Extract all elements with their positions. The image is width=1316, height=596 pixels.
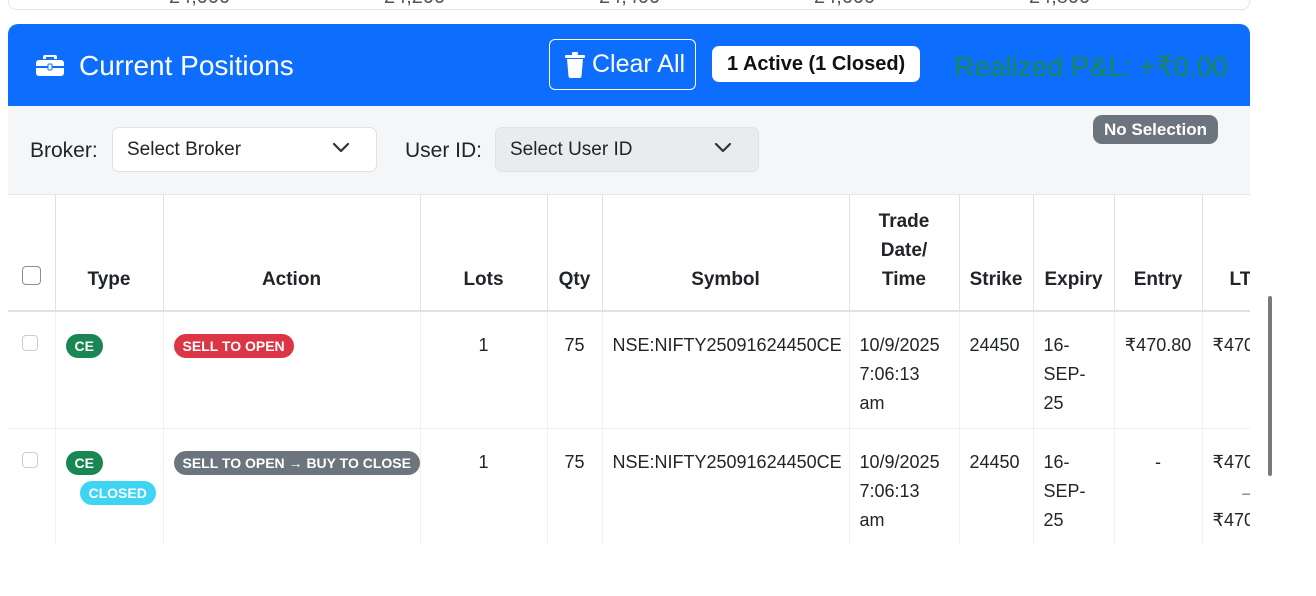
type-cell: CE [55,311,164,429]
entry-cell: ₹470.80 [1114,311,1203,429]
select-all-checkbox[interactable] [21,266,41,285]
row-checkbox[interactable] [22,335,38,351]
axis-tick: 24,200 [384,0,445,9]
closed-badge: CLOSED [79,480,156,505]
broker-select-value: Select Broker [127,138,242,160]
clear-all-button[interactable]: Clear All [549,39,696,90]
column-header-type[interactable]: Type [55,195,164,312]
row-select-cell [8,311,56,429]
userid-label: User ID: [405,139,483,162]
type-badge: CE [65,334,103,358]
positions-header: Current Positions Clear All 1 Active (1 … [8,24,1250,106]
column-header-trade-time[interactable]: Trade Date/ Time [849,195,960,312]
positions-card: Current Positions Clear All 1 Active (1 … [8,24,1250,544]
column-header-strike[interactable]: Strike [959,195,1034,312]
column-header-entry[interactable]: Entry [1114,195,1203,312]
ltp-value: ₹470 [1212,509,1251,530]
ltp-cell: ₹470 → ₹470 [1202,428,1250,544]
action-badge: SELL TO OPEN → BUY TO CLOSE [173,450,420,475]
status-badge: 1 Active (1 Closed) [712,46,921,82]
qty-cell: 75 [547,311,603,429]
action-badge: SELL TO OPEN [173,334,294,358]
select-all-cell [8,195,56,312]
strike-cell: 24450 [959,428,1034,544]
clear-all-label: Clear All [592,50,686,78]
expiry-line: SEP-25 [1043,364,1086,413]
action-cell: SELL TO OPEN [163,311,421,429]
ltp-value: ₹470 [1212,335,1251,355]
header-line: Date/ [880,240,928,261]
table-header-row: Type Action Lots Qty Symbol Trade Date/ … [8,195,1250,312]
positions-table: Type Action Lots Qty Symbol Trade Date/ … [8,195,1250,544]
page-title: Current Positions [79,50,294,81]
realized-pnl: Realized P&L: +₹0.00 [954,51,1228,82]
chevron-down-icon [714,142,732,153]
table-row[interactable]: CE SELL TO OPEN 1 75 NSE:NIFTY2509162445… [8,311,1251,429]
expiry-cell: 16- SEP-25 [1033,428,1115,544]
briefcase-icon [36,55,64,76]
broker-label: Broker: [30,139,98,162]
trade-date: 10/9/2025 [859,451,940,472]
row-select-cell [8,428,56,544]
chart-axis-strip: 24,000 24,200 24,400 24,600 24,800 [8,0,1250,10]
broker-select[interactable]: Select Broker [112,127,377,172]
trade-time-cell: 10/9/2025 7:06:13 am [849,311,960,429]
column-header-lots[interactable]: Lots [420,195,548,312]
trash-icon [565,51,585,78]
chevron-down-icon [332,142,350,153]
action-cell: SELL TO OPEN → BUY TO CLOSE [163,428,421,544]
column-header-expiry[interactable]: Expiry [1033,195,1115,312]
entry-cell: - [1114,428,1203,544]
selection-badge: No Selection [1093,115,1218,144]
symbol-cell: NSE:NIFTY25091624450CE [602,311,850,429]
column-header-ltp[interactable]: LT [1202,195,1250,312]
trade-ampm: am [859,509,885,530]
strike-cell: 24450 [959,311,1034,429]
type-cell: CE CLOSED [55,428,164,544]
row-checkbox[interactable] [22,451,38,468]
column-header-symbol[interactable]: Symbol [602,195,850,312]
vertical-scrollbar[interactable] [1268,296,1272,476]
trade-time-cell: 10/9/2025 7:06:13 am [849,428,960,544]
ltp-arrow: → [1238,480,1251,501]
filter-bar: Broker: Select Broker User ID: Select Us… [8,106,1250,195]
trade-ampm: am [859,393,885,413]
symbol-cell: NSE:NIFTY25091624450CE [602,428,850,544]
trade-time: 7:06:13 [859,364,920,384]
type-badge: CE [65,450,103,475]
userid-select-value: Select User ID [510,138,633,160]
qty-cell: 75 [547,428,603,544]
expiry-line: SEP-25 [1043,480,1086,530]
lots-cell: 1 [420,311,548,429]
expiry-cell: 16- SEP-25 [1033,311,1115,429]
axis-tick: 24,800 [1029,0,1090,9]
header-line: Time [881,269,926,290]
axis-tick: 24,400 [599,0,660,9]
column-header-qty[interactable]: Qty [547,195,603,312]
expiry-line: 16- [1043,335,1070,355]
lots-cell: 1 [420,428,548,544]
trade-date: 10/9/2025 [859,335,940,355]
table-row[interactable]: CE CLOSED SELL TO OPEN → BUY TO CLOSE 1 … [8,428,1250,544]
expiry-line: 16- [1043,451,1070,472]
trade-time: 7:06:13 [859,480,920,501]
axis-tick: 24,000 [169,0,230,9]
userid-select[interactable]: Select User ID [495,127,759,172]
ltp-value: ₹470 [1212,451,1251,472]
column-header-action[interactable]: Action [163,195,421,312]
header-line: Trade [878,211,930,232]
axis-tick: 24,600 [814,0,875,9]
ltp-cell: ₹470 [1202,311,1251,429]
